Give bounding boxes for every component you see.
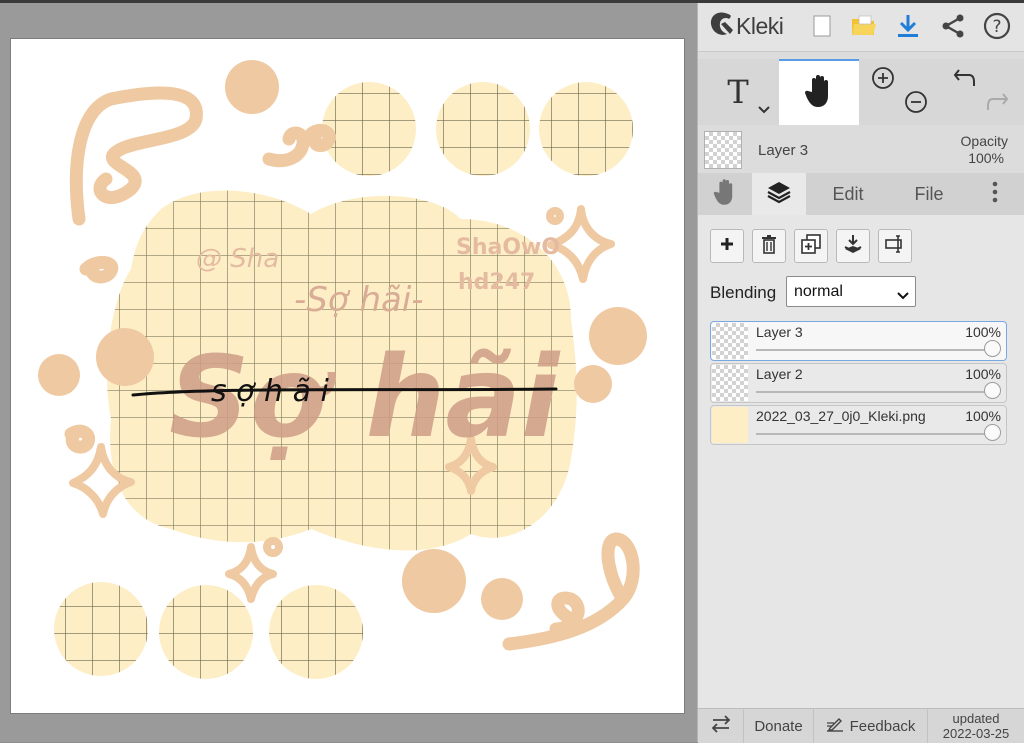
svg-text:?: ? <box>992 17 1001 37</box>
swap-arrows-icon <box>710 714 732 738</box>
grid-circles-top <box>322 82 633 176</box>
blending-value: normal <box>794 282 843 300</box>
updated-info[interactable]: updated 2022-03-25 <box>928 709 1024 743</box>
handle-text-2: ShaOwO <box>456 235 560 260</box>
app-name: Kleki <box>736 12 784 39</box>
redo-icon <box>985 90 1009 119</box>
rename-layer-button[interactable] <box>878 229 912 263</box>
handle-text-3: hd247 <box>458 270 535 295</box>
kleki-logo-icon <box>708 10 734 43</box>
layer-name: Layer 2 <box>756 366 803 382</box>
layer-opacity: 100% <box>965 366 1001 382</box>
layer-name: 2022_03_27_0j0_Kleki.png <box>756 408 926 424</box>
zoom-in-button[interactable] <box>868 65 898 95</box>
layer-item[interactable]: 2022_03_27_0j0_Kleki.png 100% <box>710 405 1007 445</box>
download-icon[interactable] <box>893 11 923 41</box>
opacity-label: Opacity <box>960 133 1008 149</box>
hand-icon <box>713 178 737 211</box>
layer-thumbnail <box>712 365 748 401</box>
layer-thumbnail <box>712 323 748 359</box>
feedback-label: Feedback <box>849 717 916 735</box>
layer-opacity: 100% <box>965 324 1001 340</box>
current-layer-name: Layer 3 <box>758 142 809 159</box>
small-title-text: -Sợ hãi- <box>294 280 424 320</box>
open-folder-icon[interactable] <box>849 11 879 41</box>
drawing-canvas[interactable]: @ Sha ShaOwO hd247 -Sợ hãi- Sợ hãi s ợ h… <box>11 39 684 713</box>
layer-opacity-slider[interactable] <box>756 433 992 435</box>
tab-hand[interactable] <box>698 173 752 215</box>
merge-down-button[interactable] <box>836 229 870 263</box>
redo-button[interactable] <box>982 89 1012 119</box>
layer-opacity: 100% <box>965 408 1001 424</box>
blending-select[interactable]: normal <box>786 276 916 307</box>
new-image-icon[interactable] <box>807 11 837 41</box>
current-layer-preview: Layer 3 Opacity 100% <box>698 125 1024 173</box>
rename-layer-icon <box>885 234 905 259</box>
chevron-down-icon[interactable] <box>758 101 770 119</box>
layer-opacity-knob[interactable] <box>984 424 1001 441</box>
add-layer-button[interactable] <box>710 229 744 263</box>
undo-button[interactable] <box>950 65 980 95</box>
chevron-down-icon <box>897 287 909 305</box>
text-tool-icon: T <box>727 73 749 111</box>
layer-opacity-slider[interactable] <box>756 391 992 393</box>
updated-date: 2022-03-25 <box>942 726 1010 741</box>
layer-thumbnail <box>712 407 748 443</box>
delete-layer-icon <box>761 234 777 259</box>
duplicate-layer-icon <box>801 233 821 259</box>
blending-label: Blending <box>710 283 777 302</box>
canvas-workspace[interactable]: @ Sha ShaOwO hd247 -Sợ hãi- Sợ hãi s ợ h… <box>0 3 697 742</box>
tab-file[interactable]: File <box>894 173 964 215</box>
brand-row: Kleki ? <box>698 3 1024 52</box>
feedback-link[interactable]: Feedback <box>814 709 928 743</box>
help-icon[interactable]: ? <box>982 11 1012 41</box>
more-menu-button[interactable] <box>980 173 1010 215</box>
swap-sides-button[interactable] <box>698 709 744 743</box>
opacity-value: 100% <box>968 150 1004 166</box>
hand-tool-icon <box>804 74 834 113</box>
zoom-out-button[interactable] <box>901 89 931 119</box>
add-layer-icon <box>719 236 735 257</box>
more-vertical-icon <box>992 180 998 209</box>
hand-tool-button[interactable] <box>779 59 859 125</box>
script-text: s ợ h ã i <box>211 374 330 409</box>
zoom-in-icon <box>871 66 895 95</box>
kleki-logo[interactable]: Kleki <box>708 10 784 43</box>
layer-opacity-knob[interactable] <box>984 340 1001 357</box>
text-tool-button[interactable]: T <box>698 59 778 125</box>
grid-circles-bottom <box>54 582 363 679</box>
side-panel: Kleki ? T Layer 3 Opacity 100% Edit File… <box>697 3 1024 743</box>
updated-label: updated <box>952 711 1000 726</box>
undo-icon <box>953 66 977 95</box>
duplicate-layer-button[interactable] <box>794 229 828 263</box>
donate-link[interactable]: Donate <box>744 709 814 743</box>
panel-tabs: Edit File <box>698 173 1024 216</box>
layer-opacity-slider[interactable] <box>756 349 992 351</box>
tool-row: T <box>698 59 1024 125</box>
layers-section: Blending normal Layer 3 100% Layer 2 100… <box>698 215 1024 715</box>
edit-icon <box>826 716 844 736</box>
layers-icon <box>766 180 792 209</box>
layer-name: Layer 3 <box>756 324 803 340</box>
share-icon[interactable] <box>938 11 968 41</box>
zoom-out-icon <box>904 90 928 119</box>
layer-item[interactable]: Layer 3 100% <box>710 321 1007 361</box>
delete-layer-button[interactable] <box>752 229 786 263</box>
artwork[interactable]: @ Sha ShaOwO hd247 -Sợ hãi- Sợ hãi s ợ h… <box>11 39 684 713</box>
tab-edit[interactable]: Edit <box>813 173 883 215</box>
merge-down-icon <box>844 234 862 259</box>
tab-layers[interactable] <box>752 173 806 215</box>
layer-opacity-knob[interactable] <box>984 382 1001 399</box>
current-layer-thumbnail[interactable] <box>704 131 742 169</box>
panel-footer: Donate Feedback updated 2022-03-25 <box>698 708 1024 743</box>
handle-text-1: @ Sha <box>196 244 279 274</box>
layer-item[interactable]: Layer 2 100% <box>710 363 1007 403</box>
